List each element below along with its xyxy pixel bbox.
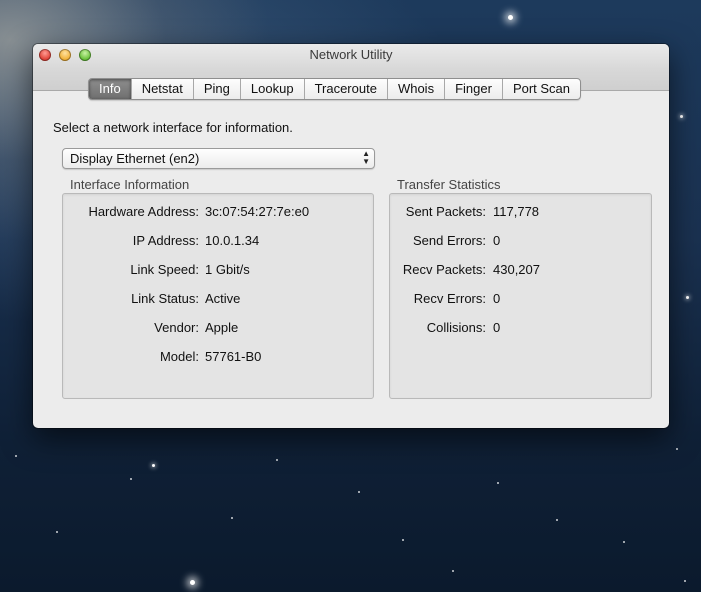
network-utility-window: Network Utility Info Netstat Ping Lookup… <box>33 44 669 428</box>
info-row: Vendor: <box>63 319 199 337</box>
interface-information-box: Hardware Address: 3c:07:54:27:7e:e0 IP A… <box>62 193 374 399</box>
vendor-value: Apple <box>205 320 239 335</box>
ip-address-value: 10.0.1.34 <box>205 233 260 248</box>
tab-lookup[interactable]: Lookup <box>239 79 304 99</box>
hardware-address-value: 3c:07:54:27:7e:e0 <box>205 204 310 219</box>
star <box>190 580 195 585</box>
info-row: Link Status: <box>63 290 199 308</box>
interface-select[interactable]: Display Ethernet (en2) ▲ ▼ <box>62 148 375 169</box>
tab-finger[interactable]: Finger <box>444 79 502 99</box>
tab-whois[interactable]: Whois <box>386 79 444 99</box>
star <box>130 478 132 480</box>
vendor-label: Vendor: <box>154 320 199 335</box>
star <box>15 455 17 457</box>
send-errors-label: Send Errors: <box>413 233 486 248</box>
link-speed-label: Link Speed: <box>130 262 199 277</box>
star <box>680 115 683 118</box>
hardware-address-label: Hardware Address: <box>88 204 199 219</box>
title-bar[interactable]: Network Utility Info Netstat Ping Lookup… <box>33 44 669 100</box>
star <box>56 531 58 533</box>
interface-information-title: Interface Information <box>70 177 190 192</box>
link-speed-value: 1 Gbit/s <box>205 262 250 277</box>
recv-errors-label: Recv Errors: <box>413 291 486 306</box>
star <box>402 539 404 541</box>
star <box>452 570 454 572</box>
ip-address-label: IP Address: <box>132 233 199 248</box>
star <box>497 482 499 484</box>
send-errors-value: 0 <box>493 233 501 248</box>
recv-packets-label: Recv Packets: <box>402 262 486 277</box>
star <box>152 464 155 467</box>
sent-packets-value: 117,778 <box>493 204 540 219</box>
star <box>508 15 513 20</box>
window-title: Network Utility <box>309 47 393 62</box>
tab-bar: Info Netstat Ping Lookup Traceroute Whoi… <box>88 78 582 100</box>
updown-arrows-icon: ▲ ▼ <box>362 149 370 166</box>
collisions-label: Collisions: <box>426 320 486 335</box>
sent-packets-label: Sent Packets: <box>405 204 486 219</box>
info-row: IP Address: <box>63 232 199 250</box>
model-label: Model: <box>159 349 199 364</box>
info-row: Model: <box>63 348 199 366</box>
link-status-label: Link Status: <box>131 291 199 306</box>
tab-traceroute[interactable]: Traceroute <box>303 79 387 99</box>
stat-row: Recv Packets: <box>390 261 486 279</box>
star <box>276 459 278 461</box>
interface-select-value: Display Ethernet (en2) <box>70 151 200 166</box>
recv-errors-value: 0 <box>493 291 501 306</box>
star <box>556 519 558 521</box>
info-row: Link Speed: <box>63 261 199 279</box>
star <box>231 517 233 519</box>
tab-ping[interactable]: Ping <box>192 79 240 99</box>
tab-netstat[interactable]: Netstat <box>130 79 193 99</box>
tab-port-scan[interactable]: Port Scan <box>501 79 580 99</box>
star <box>686 296 689 299</box>
model-value: 57761-B0 <box>205 349 262 364</box>
collisions-value: 0 <box>493 320 501 335</box>
star <box>684 580 686 582</box>
tab-info[interactable]: Info <box>89 79 131 99</box>
interface-prompt: Select a network interface for informati… <box>53 120 293 135</box>
info-row: Hardware Address: <box>63 203 199 221</box>
stat-row: Send Errors: <box>390 232 486 250</box>
recv-packets-value: 430,207 <box>493 262 540 277</box>
star <box>358 491 360 493</box>
link-status-value: Active <box>205 291 241 306</box>
stat-row: Collisions: <box>390 319 486 337</box>
transfer-statistics-title: Transfer Statistics <box>397 177 501 192</box>
stat-row: Recv Errors: <box>390 290 486 308</box>
stat-row: Sent Packets: <box>390 203 486 221</box>
star <box>676 448 678 450</box>
transfer-statistics-box: Sent Packets: 117,778 Send Errors: 0 Rec… <box>389 193 652 399</box>
star <box>623 541 625 543</box>
